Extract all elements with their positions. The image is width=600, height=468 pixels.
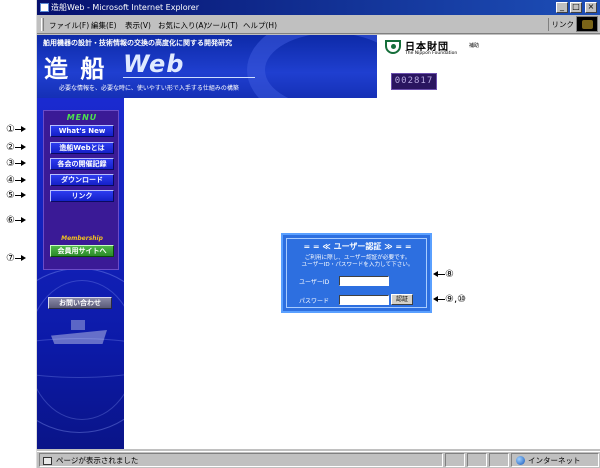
banner-subtag: 必要な情報を、必要な時に、使いやすい形で入手する仕組みの構築 [59, 85, 239, 92]
links-toolbar[interactable]: リンク [547, 18, 574, 31]
password-label: パスワード [299, 298, 330, 305]
menu-meeting-records-button[interactable]: 各会の開催記録 [50, 158, 114, 170]
arrow-right-icon [14, 143, 27, 153]
callout-9-10: ⑨,⑩ [433, 295, 466, 305]
menu-whats-new-button[interactable]: What's New [50, 125, 114, 137]
arrow-right-icon [14, 125, 27, 135]
status-bar: ページが表示されました インターネット [37, 451, 600, 467]
menu-edit[interactable]: 編集(E) [91, 20, 117, 31]
menu-bar: ファイル(F) 編集(E) 表示(V) お気に入り(A) ツール(T) ヘルプ(… [37, 15, 600, 34]
callout-number: ⑧ [445, 269, 454, 280]
banner: 舶用機器の設計・技術情報の交換の高度化に関する開発研究 造 船 Web 必要な情… [37, 35, 377, 98]
nippon-foundation-logo-icon [385, 40, 401, 54]
screenshot: ① ② ③ ④ ⑤ ⑥ ⑦ 造船Web - Microsoft Internet… [0, 0, 600, 468]
menu-help[interactable]: ヘルプ(H) [243, 20, 277, 31]
callout-6: ⑥ [6, 216, 27, 226]
arrow-right-icon [14, 191, 27, 201]
status-pane [489, 453, 509, 467]
banner-tagline: 舶用機器の設計・技術情報の交換の高度化に関する開発研究 [43, 39, 232, 47]
globe-icon [516, 456, 525, 465]
menu-download-button[interactable]: ダウンロード [50, 174, 114, 186]
status-pane [467, 453, 487, 467]
menu-file[interactable]: ファイル(F) [49, 20, 89, 31]
auth-title: = = ≪ ユーザー認証 ≫ = = [303, 242, 412, 251]
menu-title: MENU [66, 113, 98, 122]
status-message: ページが表示されました [56, 456, 139, 465]
globe-decoration [37, 338, 124, 378]
membership-label: Membership [61, 235, 103, 242]
ie-logo-icon [582, 20, 593, 29]
menu-panel: MENU What's New 造船Webとは 各会の開催記録 ダウンロード リ… [43, 110, 119, 270]
menu-tools[interactable]: ツール(T) [205, 20, 238, 31]
callout-number: ② [6, 142, 15, 153]
zone-label: インターネット [528, 456, 581, 465]
menu-view[interactable]: 表示(V) [125, 20, 151, 31]
callout-2: ② [6, 143, 27, 153]
authenticate-button[interactable]: 認証 [391, 294, 413, 305]
arrow-left-icon [433, 270, 445, 280]
callout-8: ⑧ [433, 270, 454, 280]
security-zone-pane: インターネット [511, 453, 599, 467]
callout-number: ⑥ [6, 215, 15, 226]
callout-1: ① [6, 125, 27, 135]
logo-underline [123, 77, 255, 78]
sponsor-note: 補助 [469, 43, 480, 49]
callout-3: ③ [6, 159, 27, 169]
status-pane [445, 453, 465, 467]
callout-7: ⑦ [6, 254, 27, 264]
page-header: 舶用機器の設計・技術情報の交換の高度化に関する開発研究 造 船 Web 必要な情… [37, 35, 600, 98]
menu-about-button[interactable]: 造船Webとは [50, 142, 114, 154]
arrow-left-icon [433, 295, 445, 305]
ship-decoration [71, 320, 85, 330]
contact-button[interactable]: お問い合わせ [48, 297, 112, 309]
password-input[interactable] [339, 295, 389, 305]
page-done-icon [43, 457, 52, 465]
user-auth-box: = = ≪ ユーザー認証 ≫ = = ご利用に際し、ユーザー認証が必要です。 ユ… [281, 233, 432, 313]
site-logo-kanji: 造 船 [44, 54, 107, 83]
banner-swoosh [247, 35, 377, 98]
callout-number: ⑤ [6, 190, 15, 201]
member-site-button[interactable]: 会員用サイトへ [50, 245, 114, 257]
auth-inner-frame: = = ≪ ユーザー認証 ≫ = = ご利用に際し、ユーザー認証が必要です。 ユ… [286, 238, 427, 308]
callout-number: ① [6, 124, 15, 135]
minimize-button[interactable]: _ [556, 2, 568, 13]
page-viewport: 舶用機器の設計・技術情報の交換の高度化に関する開発研究 造 船 Web 必要な情… [37, 35, 600, 449]
arrow-right-icon [14, 176, 27, 186]
toolbar-grip[interactable] [41, 18, 44, 31]
sidebar: MENU What's New 造船Webとは 各会の開催記録 ダウンロード リ… [37, 98, 124, 449]
callout-number: ③ [6, 158, 15, 169]
menu-links-button[interactable]: リンク [50, 190, 114, 202]
callout-number: ⑦ [6, 253, 15, 264]
callout-5: ⑤ [6, 191, 27, 201]
auth-message-2: ユーザーID・パスワードを入力して下さい。 [301, 262, 414, 268]
title-bar: 造船Web - Microsoft Internet Explorer _ □ … [37, 0, 600, 15]
sponsor-name-en: The Nippon Foundation [405, 51, 458, 56]
callout-number: ⑨,⑩ [445, 294, 467, 305]
arrow-right-icon [14, 254, 27, 264]
callout-number: ④ [6, 175, 15, 186]
menu-favorites[interactable]: お気に入り(A) [158, 20, 206, 31]
site-logo-web: Web [123, 50, 185, 78]
window-title: 造船Web - Microsoft Internet Explorer [51, 3, 199, 12]
status-message-pane: ページが表示されました [39, 453, 443, 467]
arrow-right-icon [14, 216, 27, 226]
close-button[interactable]: × [585, 2, 597, 13]
logo-dot [391, 44, 396, 49]
arrow-right-icon [14, 159, 27, 169]
ie-page-icon [40, 3, 49, 12]
visitor-counter: 002817 [391, 73, 437, 90]
ie-throbber-icon [576, 16, 598, 32]
browser-window: 造船Web - Microsoft Internet Explorer _ □ … [36, 0, 600, 468]
maximize-button[interactable]: □ [570, 2, 582, 13]
callout-4: ④ [6, 176, 27, 186]
user-id-input[interactable] [339, 276, 389, 286]
user-id-label: ユーザーID [299, 279, 330, 286]
